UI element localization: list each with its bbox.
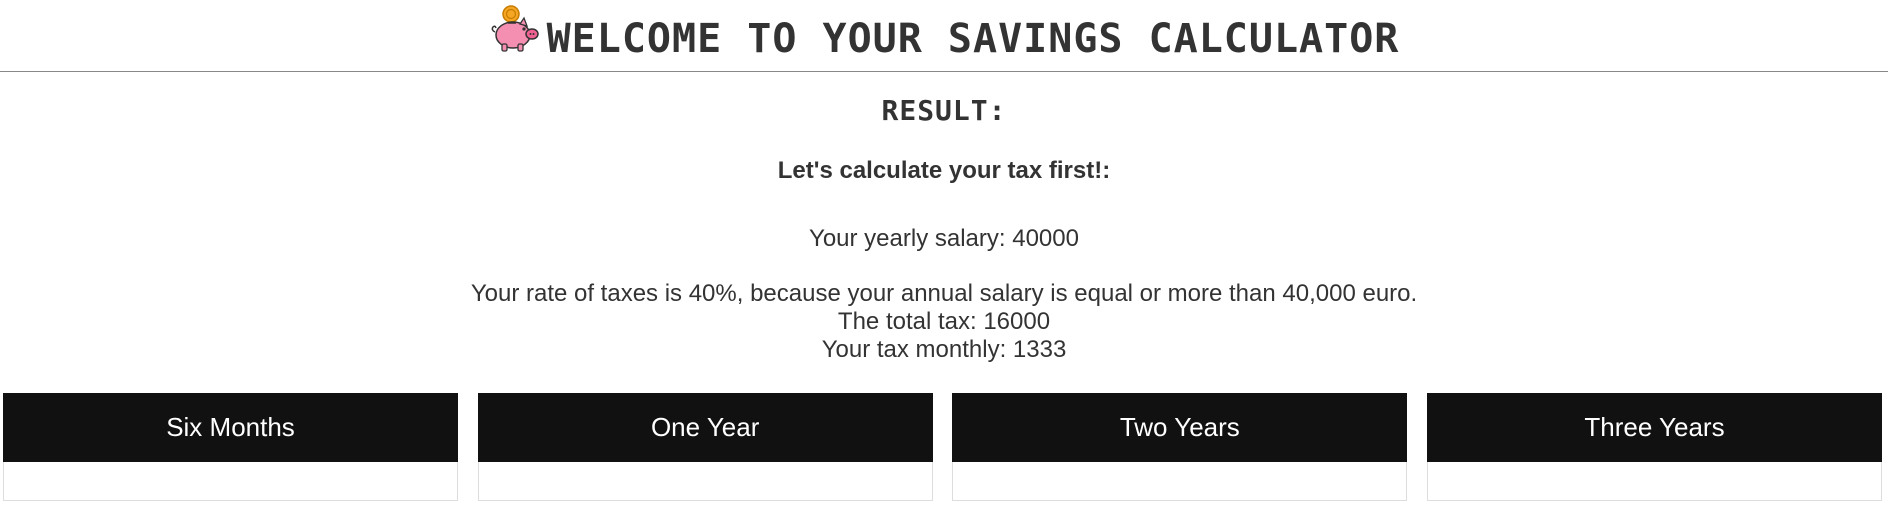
tab-three-years-panel: [1426, 462, 1882, 501]
tab-two-years-panel: [952, 462, 1408, 501]
tab-six-months-panel: [3, 462, 458, 501]
monthly-tax-text: Your tax monthly: 1333: [821, 336, 1067, 363]
app-title: WELCOME TO YOUR SAVINGS CALCULATOR: [546, 15, 1400, 62]
result-subtitle: Let's calculate your tax first!:: [777, 157, 1111, 184]
tax-info: Your rate of taxes is 40%, because your …: [0, 280, 1888, 364]
result-title: RESULT:: [881, 94, 1007, 127]
tab-six-months: Six Months: [3, 393, 458, 501]
tab-one-year-button[interactable]: One Year: [477, 393, 933, 462]
tab-one-year: One Year: [477, 393, 933, 501]
tab-two-years-button[interactable]: Two Years: [952, 393, 1408, 462]
total-tax-text: The total tax: 16000: [837, 308, 1051, 335]
result-section: RESULT: Let's calculate your tax first!:…: [0, 97, 1888, 364]
piggy-bank-icon: [491, 4, 539, 52]
page-header: WELCOME TO YOUR SAVINGS CALCULATOR: [0, 0, 1888, 72]
tab-three-years: Three Years: [1426, 393, 1882, 501]
tab-six-months-button[interactable]: Six Months: [3, 393, 458, 462]
tab-one-year-panel: [477, 462, 933, 501]
tab-three-years-button[interactable]: Three Years: [1426, 393, 1882, 462]
tax-rate-text: Your rate of taxes is 40%, because your …: [470, 280, 1418, 307]
yearly-salary-text: Your yearly salary: 40000: [809, 225, 1079, 252]
savings-period-tabs: Six Months One Year Two Years Three Year…: [3, 393, 1882, 501]
tab-two-years: Two Years: [952, 393, 1408, 501]
